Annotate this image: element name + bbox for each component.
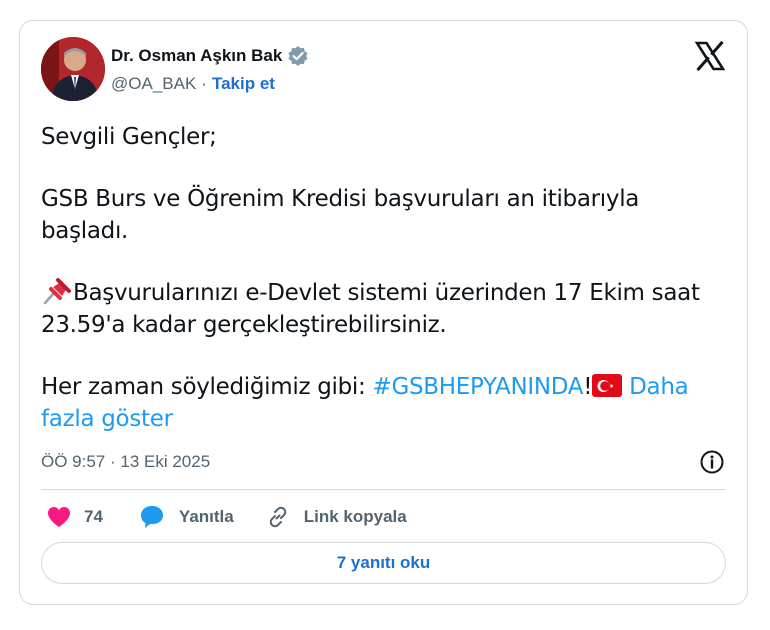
author-name-row: Dr. Osman Aşkın Bak: [111, 45, 309, 67]
like-button[interactable]: 74: [46, 505, 103, 529]
verified-badge-icon: [287, 45, 309, 67]
tweet-text: Sevgili Gençler; GSB Burs ve Öğrenim Kre…: [41, 121, 731, 435]
author-handle[interactable]: @OA_BAK: [111, 74, 196, 94]
tweet-line-greeting: Sevgili Gençler;: [41, 124, 217, 150]
link-icon: [266, 505, 290, 529]
motto-text: Her zaman söylediğimiz gibi:: [41, 374, 373, 400]
tweet-line-deadline: Başvurularınızı e-Devlet sistemi üzerind…: [41, 277, 731, 341]
separator: ·: [201, 74, 207, 93]
heart-icon: [46, 505, 72, 529]
tweet-line-announcement: GSB Burs ve Öğrenim Kredisi başvuruları …: [41, 186, 640, 244]
exclamation-text: !: [583, 374, 593, 400]
timestamp[interactable]: ÖÖ 9:57 · 13 Eki 2025: [41, 452, 210, 472]
author-handle-row: @OA_BAK · Takip et: [111, 74, 275, 94]
hashtag-link[interactable]: #GSBHEPYANINDA: [372, 374, 583, 400]
author-name[interactable]: Dr. Osman Aşkın Bak: [111, 46, 282, 66]
deadline-text: Başvurularınızı e-Devlet sistemi üzerind…: [41, 280, 700, 338]
follow-button[interactable]: Takip et: [212, 74, 275, 94]
read-replies-button[interactable]: 7 yanıtı oku: [41, 542, 726, 584]
timestamp-text[interactable]: ÖÖ 9:57 · 13 Eki 2025: [41, 452, 210, 472]
like-count: 74: [84, 507, 103, 526]
reply-bubble-icon: [139, 504, 165, 530]
turkish-flag-icon: [592, 374, 623, 397]
x-logo-icon[interactable]: [694, 40, 726, 72]
reply-button[interactable]: Yanıtla: [139, 504, 234, 530]
copy-link-button[interactable]: Link kopyala: [266, 505, 407, 529]
reply-label: Yanıtla: [178, 507, 234, 526]
copy-link-label: Link kopyala: [303, 507, 407, 526]
action-bar: 74 Yanıtla Link kopyala: [46, 502, 407, 532]
pushpin-icon: [41, 277, 73, 305]
divider: [41, 489, 726, 490]
tweet-card: Dr. Osman Aşkın Bak @OA_BAK · Takip et S…: [19, 20, 748, 605]
avatar[interactable]: [41, 37, 105, 101]
tweet-line-motto: Her zaman söylediğimiz gibi: #GSBHEPYANI…: [41, 371, 731, 435]
info-icon[interactable]: [699, 449, 725, 475]
read-replies-label: 7 yanıtı oku: [336, 553, 431, 572]
